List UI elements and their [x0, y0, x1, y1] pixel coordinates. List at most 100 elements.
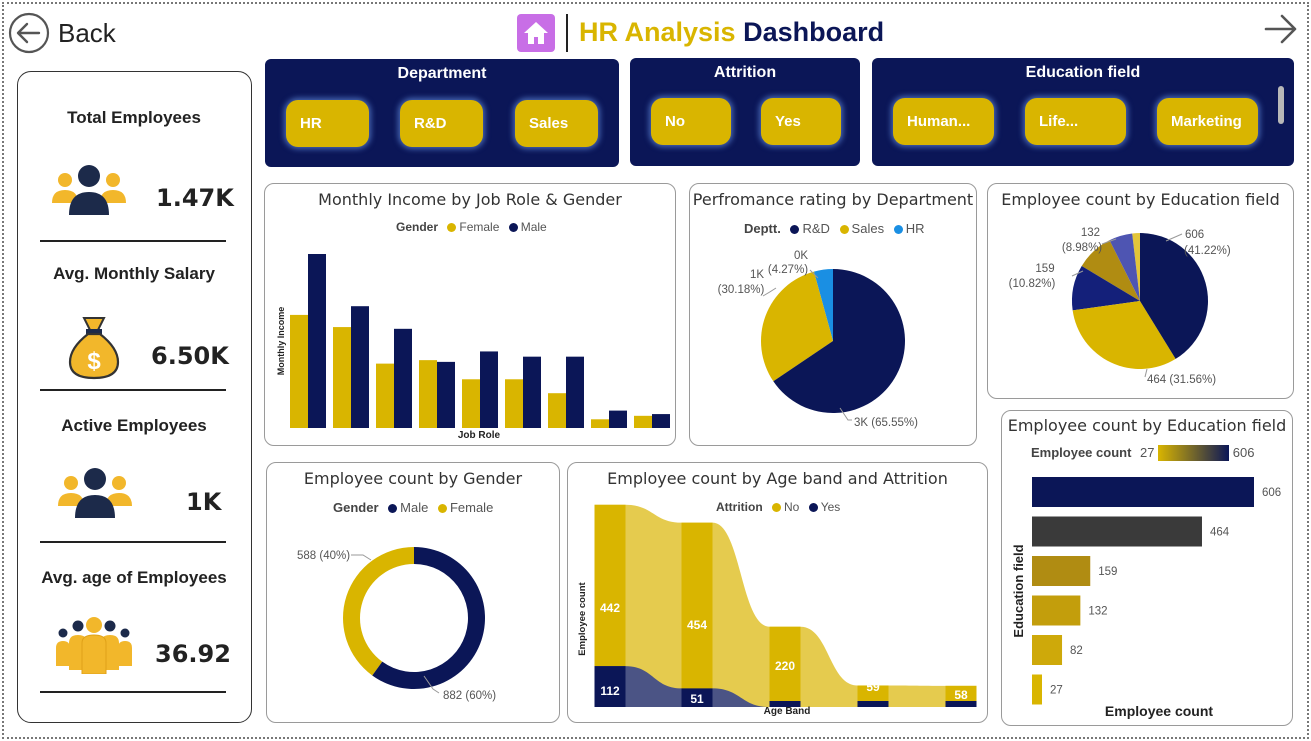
ageband-chart-card: Employee count by Age band and Attrition…	[567, 462, 988, 723]
department-option-rd[interactable]: R&D	[400, 100, 483, 147]
money-bag-icon: $	[68, 317, 120, 380]
education-bar-value-label: 27	[1050, 685, 1063, 697]
income-x-axis-label: Job Role	[458, 430, 501, 441]
income-bar-female	[462, 379, 480, 428]
edu-pie-label-b: 464 (31.56%)	[1147, 374, 1216, 386]
team-icon	[58, 468, 132, 518]
education-bar	[1032, 635, 1063, 665]
attrition-option-yes[interactable]: Yes	[761, 98, 841, 145]
income-bar-male	[308, 254, 326, 428]
kpi-avg-salary-label: Avg. Monthly Salary	[53, 264, 215, 283]
ageband-label-yes-1: 112	[600, 684, 620, 698]
kpi-divider	[40, 691, 226, 693]
kpi-total-employees-label: Total Employees	[67, 108, 201, 127]
income-bar-female	[419, 360, 437, 428]
income-bar-female	[290, 314, 308, 428]
income-bar-female	[376, 363, 394, 428]
performance-chart-card: Perfromance rating by Department Deptt. …	[689, 183, 977, 446]
perf-label-rd: 3K (65.55%)	[854, 417, 918, 429]
edu-pie-label-a2: (41.22%)	[1184, 245, 1231, 257]
income-y-axis-label: Monthly Income	[276, 307, 286, 376]
ageband-label-no-3: 220	[775, 659, 795, 673]
kpi-avg-age-label: Avg. age of Employees	[41, 568, 227, 587]
ageband-y-axis-label: Employee count	[577, 581, 588, 655]
income-bar-chart: Monthly Income Job Role	[276, 254, 670, 441]
education-bar-value-label: 82	[1070, 645, 1083, 657]
education-bar-value-label: 606	[1262, 487, 1281, 499]
education-option-life[interactable]: Life...	[1025, 98, 1126, 145]
education-slicer-title: Education field	[1025, 64, 1141, 81]
department-slicer-title: Department	[397, 65, 487, 82]
department-option-hr[interactable]: HR	[286, 100, 369, 147]
attrition-option-no[interactable]: No	[651, 98, 731, 145]
income-bar-male	[609, 410, 627, 428]
kpi-avg-salary-value: 6.50K	[151, 342, 229, 370]
title-part1: HR Analysis	[579, 17, 736, 47]
education-bar	[1032, 556, 1091, 586]
income-bar-female	[505, 379, 523, 428]
education-bar	[1032, 595, 1081, 626]
gender-chart-card: Employee count by Gender Gender Male Fem…	[266, 462, 560, 723]
education-option-human[interactable]: Human...	[893, 98, 994, 145]
gender-donut-chart: 588 (40%) 882 (60%)	[297, 547, 496, 702]
perf-label-sales-b: (30.18%)	[718, 284, 765, 296]
kpi-divider	[40, 541, 226, 543]
perf-label-hr-a: 0K	[794, 250, 808, 262]
ageband-bar-no	[681, 522, 713, 689]
edu-pie-label-c2: (10.82%)	[1009, 278, 1056, 290]
education-bar-card: Employee count by Education field Employ…	[1001, 410, 1293, 726]
ageband-bar-no	[594, 504, 626, 667]
ageband-ribbon-chart: Employee count Age Band 442 112 454 51 2…	[577, 504, 977, 717]
team-icon	[52, 165, 126, 215]
kpi-avg-age-value: 36.92	[155, 640, 231, 668]
ageband-bar-yes	[857, 701, 889, 707]
gender-label-female: 588 (40%)	[297, 550, 350, 562]
department-option-sales[interactable]: Sales	[515, 100, 598, 147]
income-bar-female	[548, 393, 566, 428]
income-bar-male	[480, 351, 498, 428]
performance-pie-chart: 0K (4.27%) 1K (30.18%) 3K (65.55%)	[718, 250, 918, 429]
home-icon[interactable]	[517, 14, 555, 52]
back-button[interactable]: Back	[8, 12, 128, 54]
kpi-total-employees-value: 1.47K	[156, 184, 234, 212]
edu-pie-label-a1: 606	[1185, 229, 1204, 241]
page-title: HR Analysis Dashboard	[579, 17, 884, 48]
education-pie-card: Employee count by Education field 606 (4…	[987, 183, 1294, 399]
edu-pie-label-d2: (8.98%)	[1062, 242, 1102, 254]
group-icon	[56, 617, 132, 674]
income-bar-male	[566, 356, 584, 428]
svg-text:$: $	[87, 348, 101, 375]
gender-donut-slice-1	[343, 547, 414, 676]
education-bar-chart: 27 82 132 159 464 606 Education field Employe…	[1011, 477, 1281, 719]
slicer-scrollbar[interactable]	[1278, 86, 1284, 124]
title-part2: Dashboard	[743, 17, 885, 47]
title-divider	[566, 14, 568, 52]
department-slicer: Department HR R&D Sales	[265, 59, 619, 167]
education-bar-y-axis-label: Education field	[1011, 544, 1026, 637]
ageband-label-yes-2: 51	[690, 692, 704, 706]
education-option-marketing[interactable]: Marketing	[1157, 98, 1258, 145]
education-pie-chart: 606 (41.22%) 464 (31.56%) 159 (10.82%) 1…	[1009, 227, 1231, 386]
income-bar-male	[437, 361, 455, 428]
income-bar-male	[394, 328, 412, 428]
education-bar-value-label: 132	[1088, 606, 1107, 618]
attrition-slicer: Attrition No Yes	[630, 58, 860, 166]
perf-label-sales-a: 1K	[750, 269, 764, 281]
education-bar-x-axis-label: Employee count	[1105, 703, 1213, 719]
kpi-divider	[40, 389, 226, 391]
income-bar-male	[523, 356, 541, 428]
ageband-label-no-1: 442	[600, 601, 620, 615]
income-bar-female	[634, 415, 652, 428]
income-bar-female	[591, 419, 609, 428]
back-arrow-icon	[8, 12, 50, 54]
kpi-divider	[40, 240, 226, 242]
income-bar-female	[333, 327, 351, 428]
education-bar	[1032, 477, 1254, 507]
gender-label-male: 882 (60%)	[443, 690, 496, 702]
education-slicer: Education field Human... Life... Marketi…	[872, 58, 1294, 166]
forward-arrow-icon[interactable]	[1262, 12, 1298, 48]
edu-pie-label-d1: 132	[1081, 227, 1100, 239]
kpi-panel: Total Employees 1.47K Avg. Monthly Salar…	[17, 71, 252, 723]
ageband-label-no-4: 59	[866, 680, 880, 694]
education-bar	[1032, 516, 1202, 547]
